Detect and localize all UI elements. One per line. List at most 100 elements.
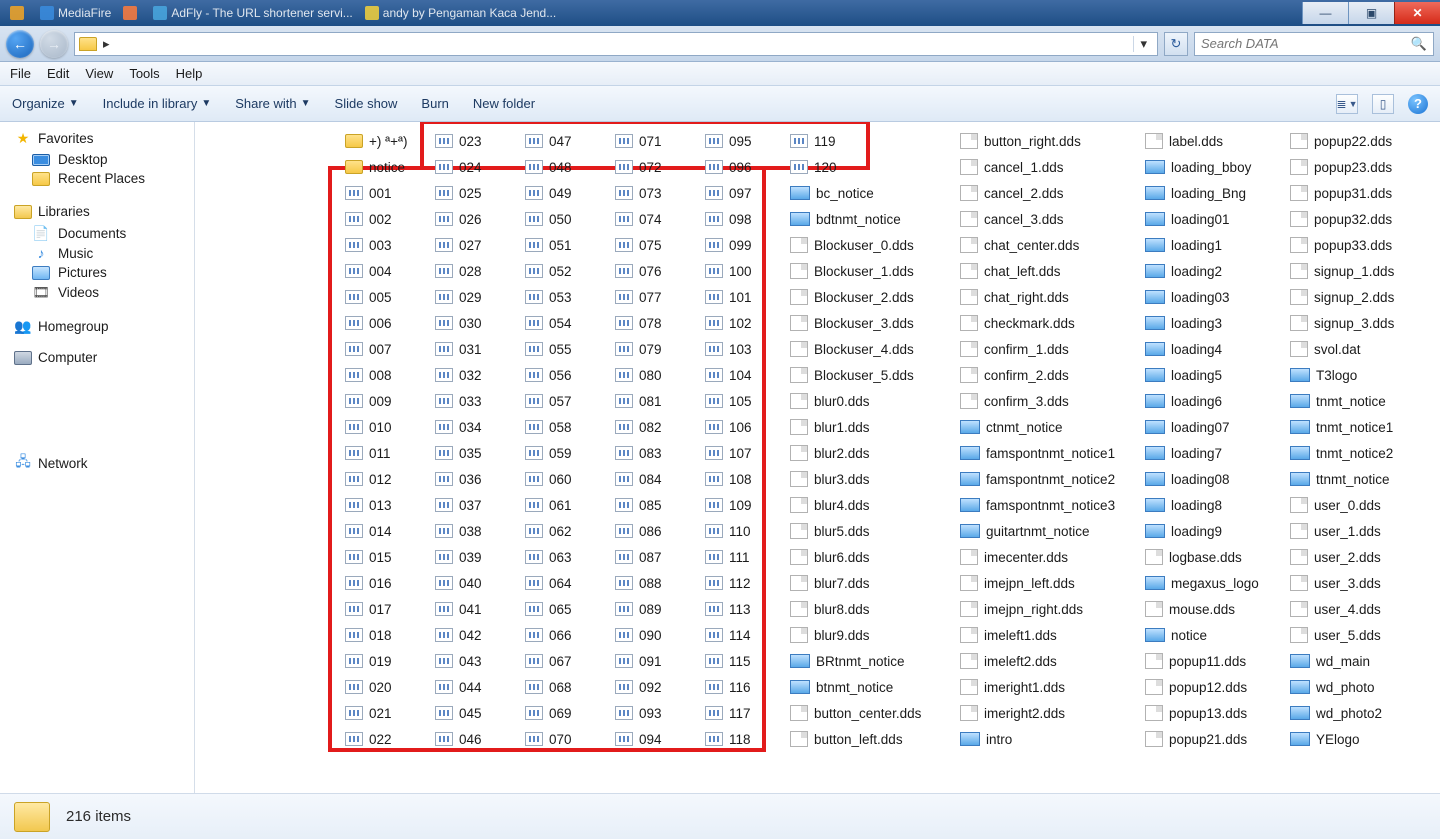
file-item[interactable]: 050 (525, 206, 572, 232)
file-item[interactable]: svol.dat (1290, 336, 1394, 362)
file-item[interactable]: Blockuser_4.dds (790, 336, 921, 362)
file-item[interactable]: signup_2.dds (1290, 284, 1394, 310)
file-item[interactable]: blur3.dds (790, 466, 921, 492)
file-item[interactable]: loading_bboy (1145, 154, 1259, 180)
file-item[interactable]: loading7 (1145, 440, 1259, 466)
file-item[interactable]: 009 (345, 388, 408, 414)
file-item[interactable]: 107 (705, 440, 752, 466)
file-item[interactable]: confirm_3.dds (960, 388, 1115, 414)
file-item[interactable]: 092 (615, 674, 662, 700)
file-item[interactable]: 053 (525, 284, 572, 310)
sidebar-item-documents[interactable]: 📄Documents (14, 223, 194, 243)
file-item[interactable]: loading07 (1145, 414, 1259, 440)
file-item[interactable]: 016 (345, 570, 408, 596)
file-item[interactable]: 017 (345, 596, 408, 622)
file-item[interactable]: blur7.dds (790, 570, 921, 596)
file-item[interactable]: 063 (525, 544, 572, 570)
file-item[interactable]: 087 (615, 544, 662, 570)
file-item[interactable]: popup22.dds (1290, 128, 1394, 154)
file-item[interactable]: 031 (435, 336, 482, 362)
file-item[interactable]: 095 (705, 128, 752, 154)
file-item[interactable]: confirm_1.dds (960, 336, 1115, 362)
file-item[interactable]: 110 (705, 518, 752, 544)
include-in-library-button[interactable]: Include in library▼ (103, 96, 212, 111)
file-item[interactable]: 051 (525, 232, 572, 258)
file-item[interactable]: 105 (705, 388, 752, 414)
file-item[interactable]: cancel_1.dds (960, 154, 1115, 180)
file-item[interactable]: 112 (705, 570, 752, 596)
file-item[interactable]: 090 (615, 622, 662, 648)
file-item[interactable]: popup11.dds (1145, 648, 1259, 674)
file-item[interactable]: 005 (345, 284, 408, 310)
sidebar-homegroup[interactable]: 👥Homegroup (14, 318, 194, 334)
file-item[interactable]: user_2.dds (1290, 544, 1394, 570)
file-item[interactable]: loading6 (1145, 388, 1259, 414)
file-item[interactable]: 046 (435, 726, 482, 752)
file-item[interactable]: 108 (705, 466, 752, 492)
file-item[interactable]: confirm_2.dds (960, 362, 1115, 388)
file-item[interactable]: imeright2.dds (960, 700, 1115, 726)
file-item[interactable]: 012 (345, 466, 408, 492)
file-item[interactable]: 008 (345, 362, 408, 388)
file-item[interactable]: tnmt_notice (1290, 388, 1394, 414)
file-item[interactable]: loading5 (1145, 362, 1259, 388)
file-item[interactable]: 007 (345, 336, 408, 362)
file-item[interactable]: 068 (525, 674, 572, 700)
file-item[interactable]: 015 (345, 544, 408, 570)
file-item[interactable]: 075 (615, 232, 662, 258)
browser-tab[interactable] (123, 6, 141, 20)
file-item[interactable]: 070 (525, 726, 572, 752)
file-item[interactable]: wd_photo2 (1290, 700, 1394, 726)
file-item[interactable]: 099 (705, 232, 752, 258)
sidebar-item-desktop[interactable]: Desktop (14, 150, 194, 169)
menu-view[interactable]: View (85, 66, 113, 81)
file-item[interactable]: wd_photo (1290, 674, 1394, 700)
browser-tab[interactable] (10, 6, 28, 20)
file-item[interactable]: famspontnmt_notice3 (960, 492, 1115, 518)
sidebar-libraries[interactable]: Libraries (14, 204, 194, 219)
file-item[interactable]: 113 (705, 596, 752, 622)
file-item[interactable]: 071 (615, 128, 662, 154)
file-item[interactable]: 026 (435, 206, 482, 232)
file-item[interactable]: notice (1145, 622, 1259, 648)
file-item[interactable]: 091 (615, 648, 662, 674)
file-item[interactable]: mouse.dds (1145, 596, 1259, 622)
file-item[interactable]: 022 (345, 726, 408, 752)
sidebar-item-music[interactable]: ♪Music (14, 243, 194, 263)
browser-tab[interactable]: MediaFire (40, 6, 111, 20)
file-item[interactable]: 066 (525, 622, 572, 648)
file-item[interactable]: 088 (615, 570, 662, 596)
history-dropdown[interactable]: ▾ (1133, 36, 1153, 52)
file-item[interactable]: 018 (345, 622, 408, 648)
file-item[interactable]: wd_main (1290, 648, 1394, 674)
file-item[interactable]: imeright1.dds (960, 674, 1115, 700)
sidebar-item-videos[interactable]: 🎞Videos (14, 282, 194, 302)
file-item[interactable]: user_1.dds (1290, 518, 1394, 544)
file-item[interactable]: loading01 (1145, 206, 1259, 232)
file-item[interactable]: 049 (525, 180, 572, 206)
file-item[interactable]: 069 (525, 700, 572, 726)
forward-button[interactable]: → (40, 30, 68, 58)
file-item[interactable]: 011 (345, 440, 408, 466)
file-item[interactable]: popup13.dds (1145, 700, 1259, 726)
file-item[interactable]: bc_notice (790, 180, 921, 206)
sidebar-item-pictures[interactable]: Pictures (14, 263, 194, 282)
file-item[interactable]: 021 (345, 700, 408, 726)
file-item[interactable]: 097 (705, 180, 752, 206)
file-item[interactable]: 055 (525, 336, 572, 362)
file-list[interactable]: +) ª+ª)notice001002003004005006007008009… (195, 122, 1440, 793)
file-item[interactable]: blur6.dds (790, 544, 921, 570)
menu-tools[interactable]: Tools (129, 66, 159, 81)
file-item[interactable]: tnmt_notice2 (1290, 440, 1394, 466)
file-item[interactable]: 103 (705, 336, 752, 362)
file-item[interactable]: 085 (615, 492, 662, 518)
file-item[interactable]: 065 (525, 596, 572, 622)
file-item[interactable]: 033 (435, 388, 482, 414)
file-item[interactable]: 014 (345, 518, 408, 544)
file-item[interactable]: 025 (435, 180, 482, 206)
file-item[interactable]: 003 (345, 232, 408, 258)
search-icon[interactable]: 🔍 (1411, 36, 1427, 52)
sidebar-network[interactable]: 🖧Network (14, 455, 194, 471)
search-box[interactable]: 🔍 (1194, 32, 1434, 56)
file-item[interactable]: 111 (705, 544, 752, 570)
